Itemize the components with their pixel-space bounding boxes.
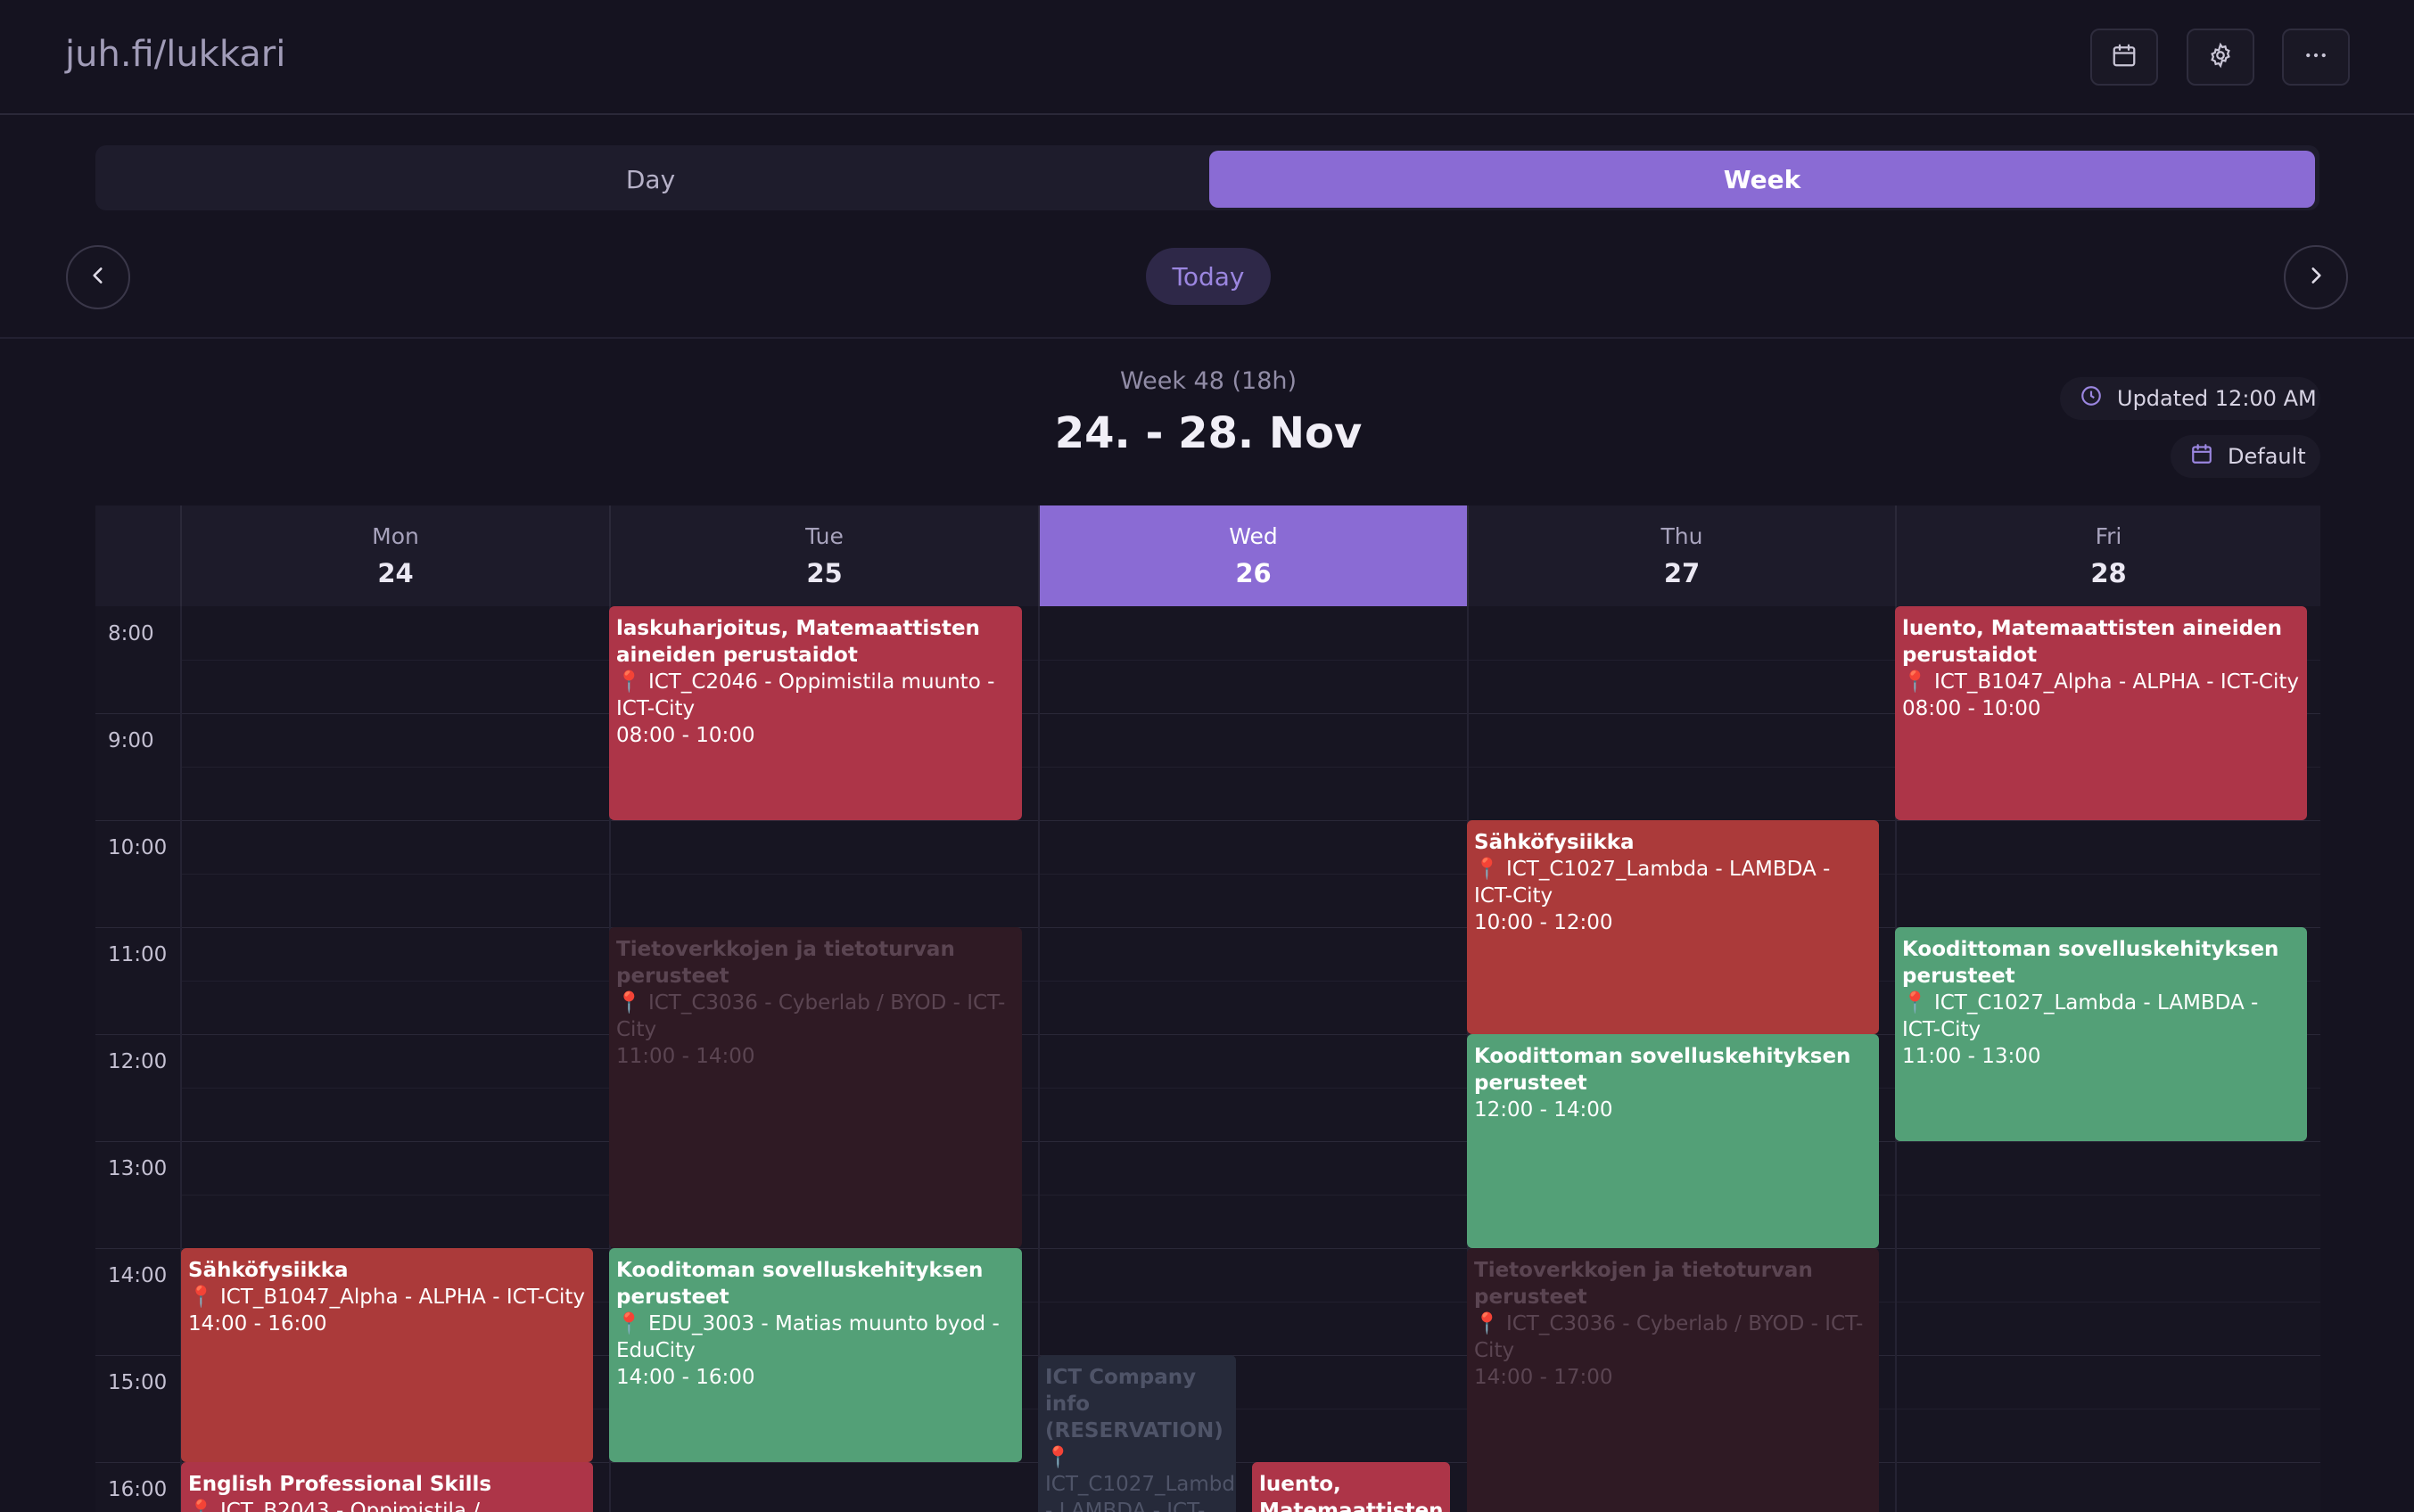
event-location: ICT_C1027_Lambda - LAMBDA - ICT-City — [1474, 856, 1872, 909]
event-title: Sähköfysiikka — [188, 1259, 349, 1282]
event-card[interactable]: Koodittoman sovelluskehityksen perusteet… — [1895, 927, 2307, 1141]
event-time: 11:00 - 14:00 — [616, 1045, 755, 1068]
event-location: ICT_B2043 - Oppimistila / kuvallisen — [188, 1498, 586, 1512]
calendar-button[interactable] — [2090, 29, 2158, 86]
event-location: ICT_C3036 - Cyberlab / BYOD - ICT-City — [1474, 1311, 1872, 1364]
chevron-left-icon — [87, 264, 110, 291]
view-switch: Day Week — [95, 145, 2319, 210]
event-card[interactable]: Sähköfysiikka ICT_C1027_Lambda - LAMBDA … — [1467, 820, 1879, 1034]
day-date: 27 — [1663, 558, 1701, 588]
event-title: luento, Matemaattisten — [1259, 1473, 1444, 1512]
day-date: 26 — [1235, 558, 1272, 588]
time-label: 14:00 — [108, 1264, 168, 1287]
half-hour-line — [180, 1195, 2320, 1196]
event-card-reservation[interactable]: ICT Company info (RESERVATION) ICT_C1027… — [1038, 1355, 1236, 1512]
clock-icon — [2080, 384, 2117, 413]
event-time: 08:00 - 10:00 — [616, 724, 755, 747]
week-grid: Mon 24 Tue 25 Wed 26 Thu 27 Fri 28 8:00 … — [95, 505, 2320, 1512]
day-header-thu[interactable]: Thu 27 — [1467, 505, 1895, 606]
chevron-right-icon — [2304, 264, 2327, 291]
more-horizontal-icon — [2303, 42, 2329, 72]
event-title: Koodittoman sovelluskehityksen perusteet — [1902, 938, 2279, 988]
event-location: ICT_C3036 - Cyberlab / BYOD - ICT-City — [616, 990, 1015, 1043]
event-card-cancelled[interactable]: Tietoverkkojen ja tietoturvan perusteet … — [1467, 1248, 1879, 1512]
time-label: 15:00 — [108, 1371, 168, 1394]
time-label: 8:00 — [108, 622, 154, 645]
week-view-tab[interactable]: Week — [1209, 151, 2315, 208]
day-date: 24 — [377, 558, 414, 588]
time-label: 12:00 — [108, 1050, 168, 1073]
hour-line — [95, 1141, 2320, 1142]
day-header-wed[interactable]: Wed 26 — [1038, 505, 1467, 606]
brand-title[interactable]: juh.fi/lukkari — [65, 34, 285, 75]
day-date: 28 — [2090, 558, 2127, 588]
more-button[interactable] — [2282, 29, 2350, 86]
event-location: ICT_C1027_Lambda - LAMBDA - ICT-City — [1902, 990, 2300, 1043]
time-label: 10:00 — [108, 836, 168, 859]
day-header-fri[interactable]: Fri 28 — [1895, 505, 2320, 606]
calendar-selector[interactable]: Default — [2171, 435, 2320, 478]
event-time: 14:00 - 16:00 — [188, 1312, 327, 1335]
event-time: 08:00 - 10:00 — [1902, 697, 2041, 720]
event-card[interactable]: luento, Matemaattisten — [1252, 1462, 1450, 1512]
event-title: Kooditoman sovelluskehityksen perusteet — [616, 1259, 984, 1309]
event-title: laskuharjoitus, Matemaattisten aineiden … — [616, 617, 980, 667]
week-title: 24. - 28. Nov — [1054, 408, 1363, 458]
grid-body: 8:00 9:00 10:00 11:00 12:00 13:00 14:00 … — [95, 606, 2320, 1512]
day-view-tab[interactable]: Day — [95, 151, 1206, 208]
day-header-tue[interactable]: Tue 25 — [609, 505, 1038, 606]
event-time: 10:00 - 12:00 — [1474, 911, 1613, 934]
event-title: Tietoverkkojen ja tietoturvan perusteet — [616, 938, 955, 988]
event-card[interactable]: Kooditoman sovelluskehityksen perusteet … — [609, 1248, 1022, 1462]
hour-line — [95, 820, 2320, 821]
updated-badge: Updated 12:00 AM — [2060, 377, 2320, 420]
event-location: EDU_3003 - Matias muunto byod - EduCity — [616, 1311, 1015, 1364]
time-label: 13:00 — [108, 1157, 168, 1180]
event-card[interactable]: Sähköfysiikka ICT_B1047_Alpha - ALPHA - … — [181, 1248, 593, 1462]
week-subtitle: Week 48 (18h) — [1119, 367, 1298, 395]
event-title: Koodittoman sovelluskehityksen perusteet — [1474, 1045, 1851, 1095]
event-location: ICT_B1047_Alpha - ALPHA - ICT-City — [188, 1284, 586, 1311]
day-name: Wed — [1229, 523, 1278, 549]
next-week-button[interactable] — [2284, 245, 2348, 309]
event-location: ICT_C1027_Lambda - LAMBDA - ICT-City — [1045, 1444, 1236, 1512]
event-time: 11:00 - 13:00 — [1902, 1045, 2041, 1068]
calendar-icon — [2111, 42, 2138, 72]
event-card-cancelled[interactable]: Tietoverkkojen ja tietoturvan perusteet … — [609, 927, 1022, 1248]
event-title: Tietoverkkojen ja tietoturvan perusteet — [1474, 1259, 1813, 1309]
event-time: 14:00 - 16:00 — [616, 1366, 755, 1389]
calendar-name: Default — [2228, 444, 2306, 469]
event-time: 12:00 - 14:00 — [1474, 1098, 1613, 1122]
gear-icon — [2207, 42, 2234, 72]
day-name: Fri — [2095, 523, 2122, 549]
calendar-icon — [2190, 442, 2228, 471]
time-label: 11:00 — [108, 943, 168, 966]
time-label: 9:00 — [108, 729, 154, 752]
app-header: juh.fi/lukkari — [0, 0, 2414, 115]
updated-text: Updated 12:00 AM — [2117, 386, 2317, 411]
day-date: 25 — [806, 558, 843, 588]
day-name: Mon — [372, 523, 419, 549]
settings-button[interactable] — [2187, 29, 2254, 86]
event-card[interactable]: Koodittoman sovelluskehityksen perusteet… — [1467, 1034, 1879, 1248]
event-card[interactable]: English Professional Skills ICT_B2043 - … — [181, 1462, 593, 1512]
event-time: 14:00 - 17:00 — [1474, 1366, 1613, 1389]
event-title: Sähköfysiikka — [1474, 831, 1635, 854]
half-hour-line — [180, 874, 2320, 875]
time-label: 16:00 — [108, 1478, 168, 1501]
event-title: luento, Matemaattisten aineiden perustai… — [1902, 617, 2283, 667]
day-name: Thu — [1660, 523, 1703, 549]
previous-week-button[interactable] — [66, 245, 130, 309]
event-location: ICT_B1047_Alpha - ALPHA - ICT-City — [1902, 669, 2300, 695]
grid-corner — [95, 505, 180, 606]
day-header-mon[interactable]: Mon 24 — [180, 505, 609, 606]
section-divider — [0, 337, 2414, 339]
event-card[interactable]: luento, Matemaattisten aineiden perustai… — [1895, 606, 2307, 820]
event-title: English Professional Skills — [188, 1473, 492, 1496]
today-button[interactable]: Today — [1146, 248, 1271, 305]
event-location: ICT_C2046 - Oppimistila muunto - ICT-Cit… — [616, 669, 1015, 722]
event-card[interactable]: laskuharjoitus, Matemaattisten aineiden … — [609, 606, 1022, 820]
day-name: Tue — [805, 523, 844, 549]
event-title: ICT Company info (RESERVATION) — [1045, 1366, 1223, 1442]
